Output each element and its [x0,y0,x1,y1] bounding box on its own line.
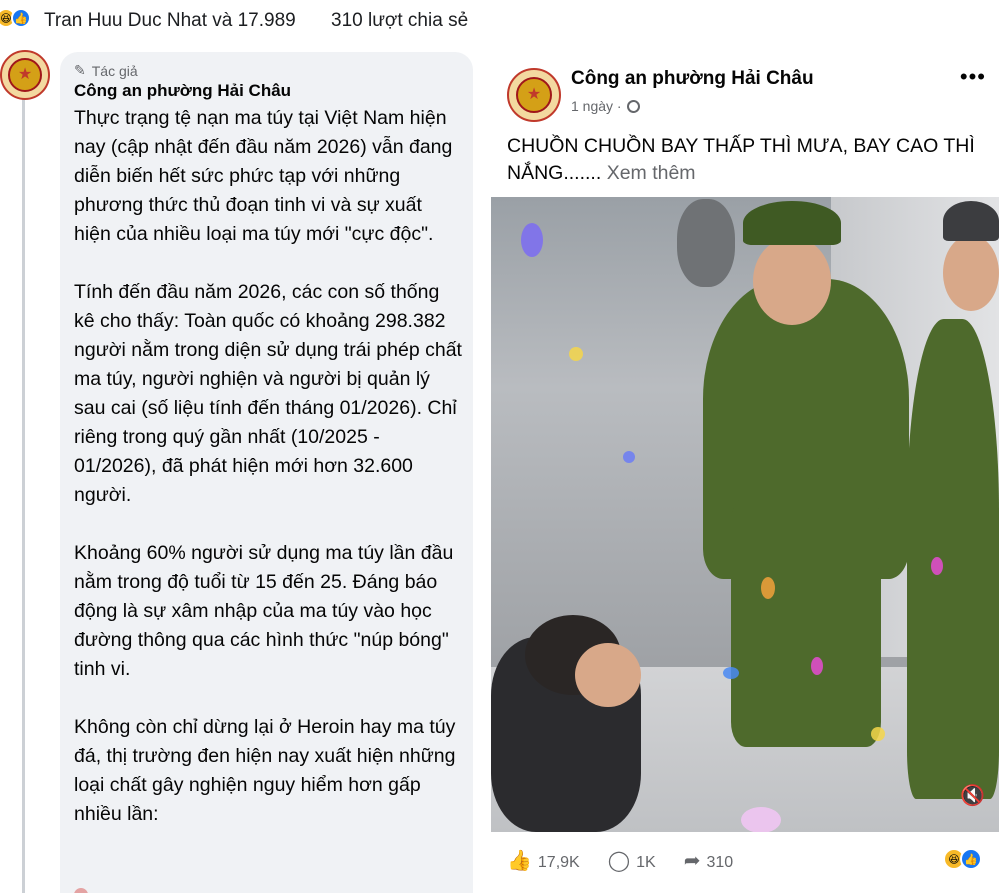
female-officer-figure [907,319,999,799]
post-share-count: 310 [706,854,734,871]
comment-count: 1K [636,854,656,871]
more-options-button[interactable]: ••• [960,64,986,90]
caption-text: CHUỒN CHUỒN BAY THẤP THÌ MƯA, BAY CAO TH… [507,135,975,184]
disco-light [569,347,583,361]
reaction-names[interactable]: Tran Huu Duc Nhat và 17.989 [44,10,296,32]
disco-light [931,557,943,575]
comment-body: Thực trạng tệ nạn ma túy tại Việt Nam hi… [74,104,464,858]
like-reaction-icon: 👍 [960,848,982,870]
officer-legs [731,497,881,747]
disco-light [811,657,823,675]
reaction-icons[interactable]: 😆 👍 [0,8,31,28]
female-officer-face [943,235,999,311]
post-timestamp[interactable]: 1 ngày · [571,98,640,114]
see-more-link[interactable]: Xem thêm [607,162,696,184]
police-badge-icon: ★ [526,86,542,103]
like-button[interactable]: 👍 17,9K [507,848,580,873]
author-tag: ✎ Tác giả [74,62,138,79]
post-actions: 👍 17,9K ◯ 1K ➦ 310 [507,848,733,873]
post-caption: CHUỒN CHUỒN BAY THẤP THÌ MƯA, BAY CAO TH… [507,133,987,187]
post-time-label: 1 ngày · [571,98,622,114]
share-button[interactable]: ➦ 310 [684,848,733,873]
female-officer-helmet [943,201,999,241]
comment-paragraph: Khoảng 60% người sử dụng ma túy lần đầu … [74,542,454,680]
globe-icon [626,99,640,113]
disco-ball-light [741,807,781,832]
thread-line [22,92,25,893]
comment-author[interactable]: Công an phường Hải Châu [74,81,291,101]
thumbs-up-icon: 👍 [507,850,532,872]
post-video[interactable]: 🔇 [491,197,999,832]
author-tag-label: Tác giả [91,62,138,79]
speaker-muted-icon[interactable]: 🔇 [960,783,985,808]
disco-light [623,451,635,463]
police-badge-icon: ★ [17,66,33,83]
shared-post: ★ Công an phường Hải Châu 1 ngày · ••• C… [487,52,1000,893]
pencil-icon: ✎ [74,62,86,78]
commenter-avatar[interactable]: ★ [0,50,50,100]
page-avatar[interactable]: ★ [507,68,561,122]
youth-face [575,643,641,707]
like-reaction-icon: 👍 [11,8,31,28]
next-reply-avatar[interactable] [74,888,88,893]
disco-light [871,727,885,741]
comment-paragraph: Không còn chỉ dừng lại ở Heroin hay ma t… [74,716,456,825]
comment-paragraph: Thực trạng tệ nạn ma túy tại Việt Nam hi… [74,107,453,245]
disco-light [723,667,739,679]
share-arrow-icon: ➦ [683,850,701,872]
comment-bubble: ✎ Tác giả Công an phường Hải Châu Thực t… [60,52,473,893]
like-count: 17,9K [537,854,580,871]
page-name[interactable]: Công an phường Hải Châu [571,68,814,90]
post-reactions[interactable]: 😆 👍 [943,848,982,870]
officer-cap [743,201,841,245]
hanging-helmet [677,199,735,287]
disco-light [761,577,775,599]
comment-paragraph: Tính đến đầu năm 2026, các con số thống … [74,281,462,506]
share-count[interactable]: 310 lượt chia sẻ [331,10,468,32]
officer-face [753,237,831,325]
comment-bubble-icon: ◯ [607,850,631,872]
disco-light [521,223,543,257]
comment-button[interactable]: ◯ 1K [608,848,656,873]
reaction-summary-bar: 😆 👍 Tran Huu Duc Nhat và 17.989 310 lượt… [0,0,1000,42]
